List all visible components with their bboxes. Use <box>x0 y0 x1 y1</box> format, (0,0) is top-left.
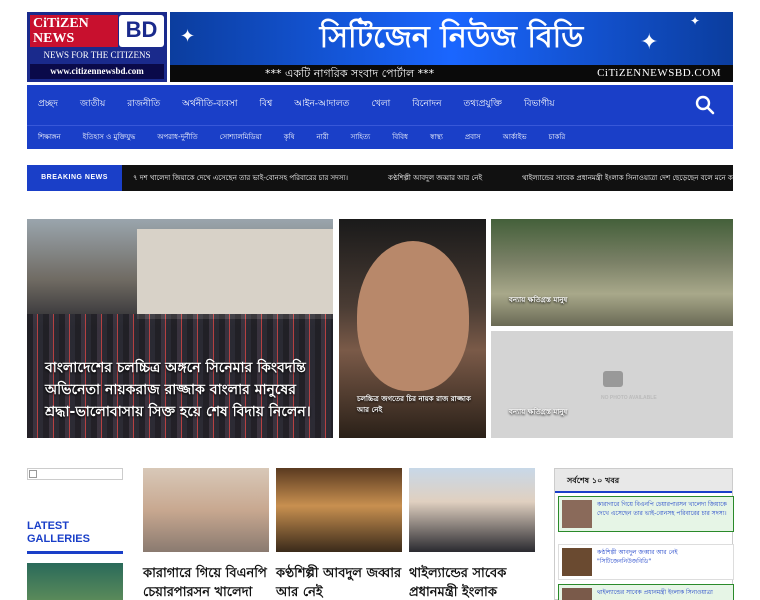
gallery-scrollbar[interactable] <box>27 468 123 480</box>
latest-galleries-heading: LATEST GALLERIES <box>27 520 90 546</box>
nav-item[interactable]: খেলা <box>360 98 401 110</box>
no-photo-label: NO PHOTO AVAILABLE <box>601 395 657 401</box>
nav-item[interactable]: বিভাগীয় <box>513 98 566 110</box>
nav-item[interactable]: জাতীয় <box>69 98 116 110</box>
nav-subitem[interactable]: আর্কাইভ <box>492 132 538 142</box>
latest-galleries-line-2: GALLERIES <box>27 533 90 545</box>
breaking-news-bar: BREAKING NEWS ৭ দশ খালেদা জিয়াকে দেখে এ… <box>27 165 733 191</box>
nav-subitem[interactable]: সোশ্যালমিডিয়া <box>209 132 273 142</box>
news-card-title[interactable]: কণ্ঠশিল্পী আবদুল জব্বার আর নেই <box>276 564 402 600</box>
latest-10-news-widget: সর্বশেষ ১০ খবর কারাগারে গিয়ে বিএনপি চেয… <box>554 468 734 600</box>
logo-line-1: CiTiZEN <box>33 16 89 31</box>
news-card[interactable]: থাইল্যান্ডের সাবেক প্রধানমন্ত্রী ইংলাক <box>409 468 535 600</box>
breaking-news-item[interactable]: কণ্ঠশিল্পী আবদুল জব্বার আর নেই <box>388 174 482 182</box>
news-card[interactable]: কণ্ঠশিল্পী আবদুল জব্বার আর নেই <box>276 468 402 600</box>
nav-subitem[interactable]: ইতিহাস ও মুক্তিযুদ্ধ <box>72 132 147 142</box>
latest-news-thumbnail[interactable] <box>562 588 592 600</box>
strip-site-name: CiTiZENNEWSBD.COM <box>597 67 721 79</box>
nav-item[interactable]: তথ্যপ্রযুক্তি <box>453 98 513 110</box>
featured-main-image <box>137 229 333 319</box>
latest-galleries-line-1: LATEST <box>27 520 69 532</box>
scrollbar-thumb[interactable] <box>29 470 37 478</box>
nav-subitem[interactable]: বিবিধ <box>381 132 419 142</box>
logo-tagline: NEWS FOR THE CITIZENS <box>43 50 151 60</box>
nav-item[interactable]: প্রচ্ছদ <box>27 98 69 110</box>
nav-subitem[interactable]: শিক্ষাঙ্গন <box>27 132 72 142</box>
news-card-image[interactable] <box>409 468 535 552</box>
latest-news-item[interactable]: কণ্ঠশিল্পী আবদুল জব্বার আর নেই "সিটিজেনন… <box>558 544 734 580</box>
featured-main-story[interactable]: বাংলাদেশের চলচ্চিত্র অঙ্গনে সিনেমার কিংব… <box>27 219 333 438</box>
main-nav: প্রচ্ছদ জাতীয় রাজনীতি অর্থনীতি-ব্যবসা বিশ্ব… <box>27 85 733 149</box>
breaking-news-item[interactable]: থাইল্যান্ডের সাবেক প্রধানমন্ত্রী ইংলাক স… <box>522 174 733 182</box>
nav-item[interactable]: রাজনীতি <box>116 98 171 110</box>
nav-secondary: শিক্ষাঙ্গন ইতিহাস ও মুক্তিযুদ্ধ অপরাধ-দুর্… <box>27 125 733 147</box>
strip-tagline: *** একটি নাগরিক সংবাদ পোর্টাল *** <box>265 67 435 80</box>
header-strip: *** একটি নাগরিক সংবাদ পোর্টাল *** CiTiZE… <box>170 65 733 82</box>
nav-item[interactable]: অর্থনীতি-ব্যবসা <box>171 98 248 110</box>
banner-title: সিটিজেন নিউজ বিডি <box>319 20 584 55</box>
divider <box>27 551 123 554</box>
latest-news-item[interactable]: কারাগারে গিয়ে বিএনপি চেয়ারপারসন খালেদা… <box>558 496 734 532</box>
featured-story-3[interactable]: বন্যায় ক্ষতিগ্রস্ত মানুষ <box>491 219 733 326</box>
breaking-news-ticker: ৭ দশ খালেদা জিয়াকে দেখে এসেছেন তার ভাই-… <box>133 165 733 191</box>
news-card-image[interactable] <box>143 468 269 552</box>
site-logo[interactable]: CiTiZEN NEWS BD NEWS FOR THE CITIZENS ww… <box>27 12 167 82</box>
news-card-image[interactable] <box>276 468 402 552</box>
news-card-title[interactable]: কারাগারে গিয়ে বিএনপি চেয়ারপারসন খালেদা… <box>143 564 269 600</box>
nav-subitem[interactable]: নারী <box>306 132 340 142</box>
nav-item[interactable]: বিনোদন <box>401 98 452 110</box>
logo-bd: BD <box>119 15 164 47</box>
search-icon[interactable] <box>695 95 715 115</box>
nav-subitem[interactable]: চাকরি <box>538 132 577 142</box>
nav-subitem[interactable]: সাহিত্য <box>340 132 382 142</box>
nav-item[interactable]: আইন-আদালত <box>283 98 360 110</box>
featured-story-2-caption[interactable]: চলচ্চিত্র জগতের চির নায়ক রাজ রাজ্জাক আর… <box>357 394 481 416</box>
featured-main-caption[interactable]: বাংলাদেশের চলচ্চিত্র অঙ্গনে সিনেমার কিংব… <box>45 357 325 423</box>
logo-wordmark: CiTiZEN NEWS <box>30 15 118 47</box>
nav-item[interactable]: বিশ্ব <box>248 98 283 110</box>
nav-subitem[interactable]: প্রবাস <box>454 132 492 142</box>
featured-story-2[interactable]: চলচ্চিত্র জগতের চির নায়ক রাজ রাজ্জাক আর… <box>339 219 486 438</box>
latest-news-item[interactable]: থাইল্যান্ডের সাবেক প্রধানমন্ত্রী ইংলাক স… <box>558 584 734 600</box>
news-card-title[interactable]: থাইল্যান্ডের সাবেক প্রধানমন্ত্রী ইংলাক <box>409 564 535 600</box>
latest-news-thumbnail[interactable] <box>562 500 592 528</box>
logo-url: www.citizennewsbd.com <box>30 64 164 79</box>
nav-subitem[interactable]: অপরাধ-দুর্নীতি <box>146 132 208 142</box>
nav-subitem[interactable]: স্বাস্থ্য <box>419 132 454 142</box>
latest-news-item-text[interactable]: থাইল্যান্ডের সাবেক প্রধানমন্ত্রী ইংলাক স… <box>597 588 729 597</box>
header-banner: ✦ ✦ ✦ সিটিজেন নিউজ বিডি <box>170 12 733 65</box>
news-card[interactable]: কারাগারে গিয়ে বিএনপি চেয়ারপারসন খালেদা… <box>143 468 269 600</box>
page: CiTiZEN NEWS BD NEWS FOR THE CITIZENS ww… <box>0 0 760 600</box>
featured-story-4[interactable]: NO PHOTO AVAILABLE বন্যায় ক্ষতিগ্রস্ত ম… <box>491 331 733 438</box>
latest-news-item-text[interactable]: কণ্ঠশিল্পী আবদুল জব্বার আর নেই "সিটিজেনন… <box>597 548 729 566</box>
nav-primary: প্রচ্ছদ জাতীয় রাজনীতি অর্থনীতি-ব্যবসা বিশ্ব… <box>27 85 687 123</box>
latest-news-thumbnail[interactable] <box>562 548 592 576</box>
gallery-thumbnail[interactable] <box>27 563 123 600</box>
latest-10-news-heading: সর্বশেষ ১০ খবর <box>555 469 732 493</box>
breaking-news-item[interactable]: ৭ দশ খালেদা জিয়াকে দেখে এসেছেন তার ভাই-… <box>133 174 348 182</box>
logo-line-2: NEWS <box>33 31 75 46</box>
portrait-image <box>357 241 469 391</box>
camera-icon <box>603 371 623 387</box>
breaking-news-label: BREAKING NEWS <box>27 165 122 191</box>
nav-subitem[interactable]: কৃষি <box>273 132 306 142</box>
latest-news-item-text[interactable]: কারাগারে গিয়ে বিএনপি চেয়ারপারসন খালেদা… <box>597 500 729 518</box>
featured-story-3-caption[interactable]: বন্যায় ক্ষতিগ্রস্ত মানুষ <box>509 295 567 306</box>
featured-story-4-caption[interactable]: বন্যায় ক্ষতিগ্রস্ত মানুষ <box>509 407 567 418</box>
